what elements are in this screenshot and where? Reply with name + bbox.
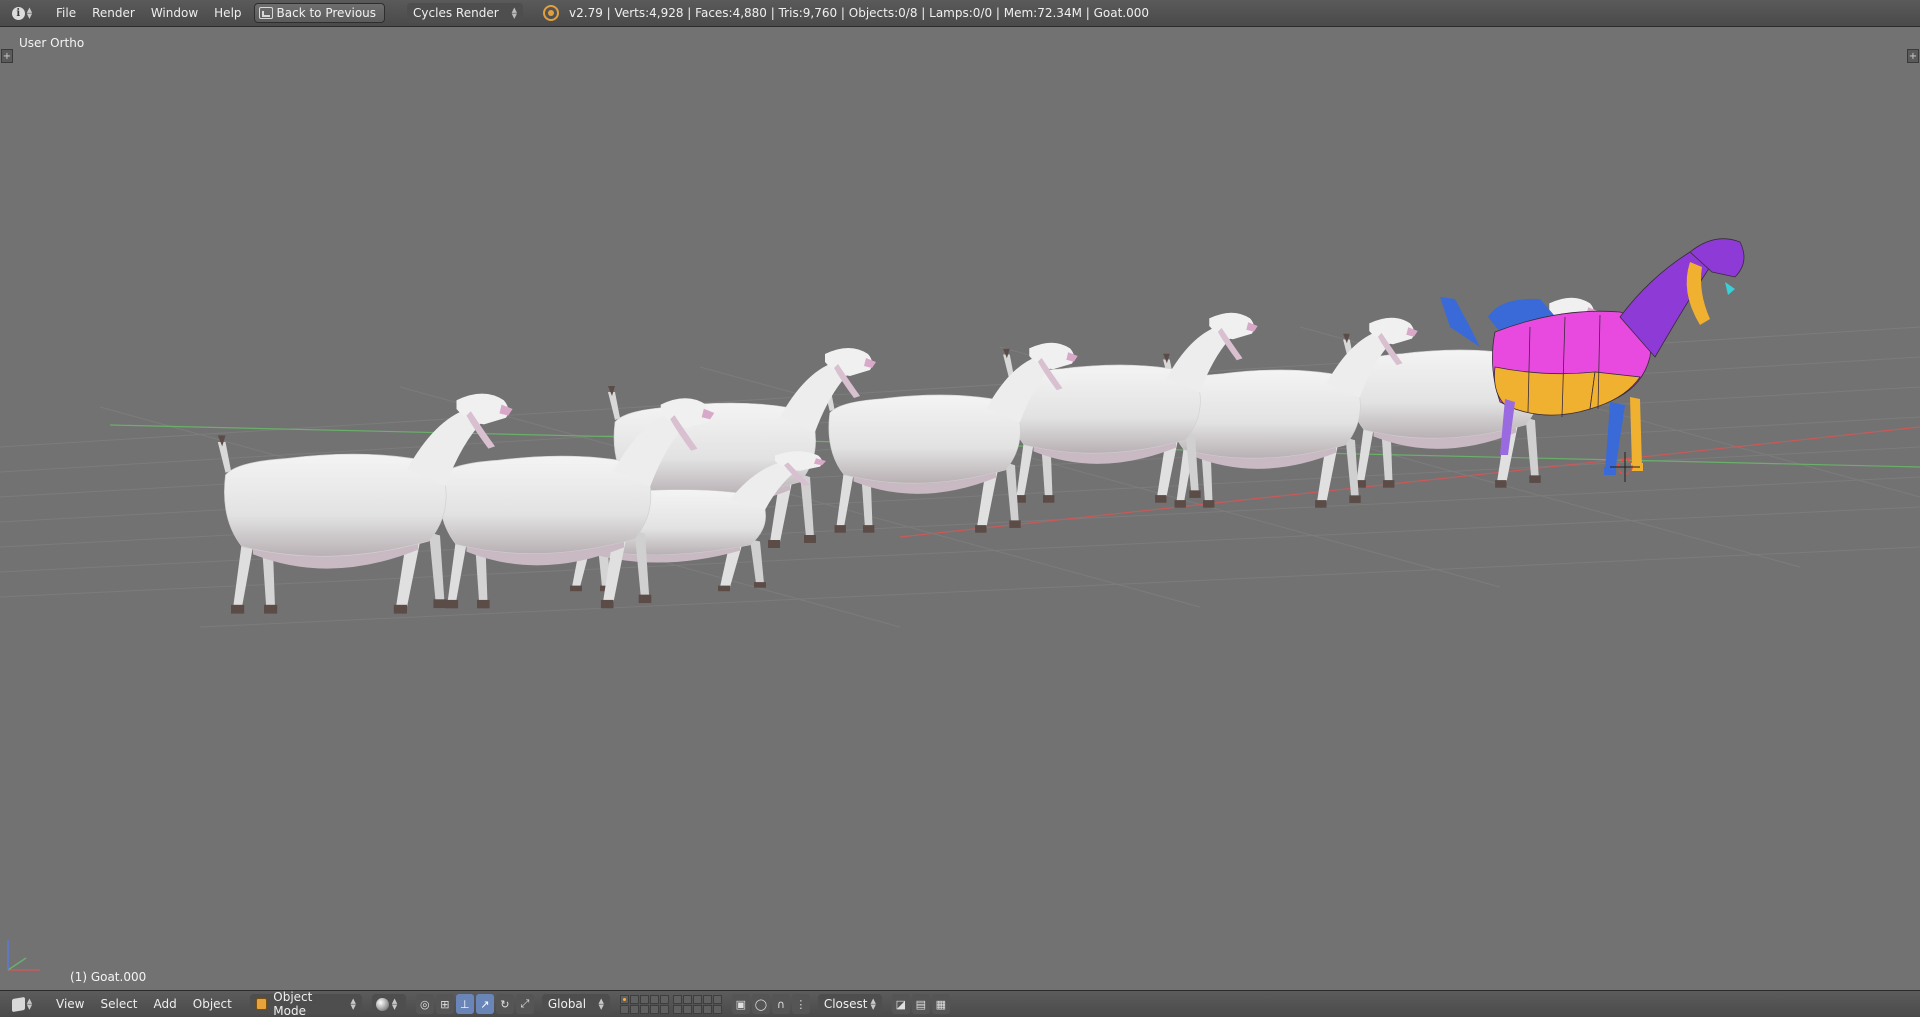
back-to-previous-label: Back to Previous <box>276 6 377 20</box>
pivot-and-manipulator-tools: ◎ ⊞ ⊥ ↗ ↻ ⤢ <box>415 994 534 1014</box>
menu-object[interactable]: Object <box>185 994 240 1014</box>
back-to-previous-button[interactable]: Back to Previous <box>253 3 386 23</box>
menu-add[interactable]: Add <box>146 994 185 1014</box>
interaction-mode-label: Object Mode <box>273 990 313 1017</box>
scene-statistics: v2.79 | Verts:4,928 | Faces:4,880 | Tris… <box>569 6 1150 20</box>
snap-element-icon[interactable]: ⋮ <box>791 994 810 1014</box>
layer-button[interactable] <box>672 1004 682 1014</box>
snap-target-label: Closest <box>823 997 868 1011</box>
snap-magnet-icon[interactable]: ∩ <box>771 994 790 1014</box>
cycles-render-icon <box>543 5 560 21</box>
editor-type-selector[interactable]: ▲ ▼ <box>8 995 36 1013</box>
layer-button[interactable] <box>672 994 682 1004</box>
menu-view[interactable]: View <box>48 994 92 1014</box>
3d-view-icon <box>11 996 25 1012</box>
layer-buttons <box>619 994 722 1014</box>
updown-arrows-icon: ▲ ▼ <box>350 997 356 1011</box>
render-tools: ◪ ▤ ▦ <box>891 994 950 1014</box>
interaction-mode-select[interactable]: Object Mode ▲ ▼ <box>249 990 362 1017</box>
layer-button[interactable] <box>682 1004 692 1014</box>
opengl-render-camera-icon[interactable]: ▤ <box>911 994 930 1014</box>
layer-button[interactable] <box>629 1004 639 1014</box>
scale-manipulator-icon[interactable]: ⤢ <box>515 994 534 1014</box>
layer-button[interactable] <box>619 994 629 1004</box>
properties-panel-toggle[interactable]: + <box>1907 49 1919 63</box>
layer-button[interactable] <box>659 994 669 1004</box>
menu-render[interactable]: Render <box>84 3 143 23</box>
info-icon: i <box>11 6 25 20</box>
layer-button[interactable] <box>649 994 659 1004</box>
layer-button[interactable] <box>702 994 712 1004</box>
proportional-editing-icon[interactable]: ◯ <box>751 994 770 1014</box>
transform-orientation-label: Global <box>547 997 587 1011</box>
snapping-tools: ▣ ◯ ∩ ⋮ <box>731 994 810 1014</box>
layer-button[interactable] <box>712 994 722 1004</box>
layer-button[interactable] <box>639 994 649 1004</box>
solid-shading-ball-icon <box>375 997 389 1011</box>
tool-shelf-toggle[interactable]: + <box>1 49 13 63</box>
updown-arrows-icon: ▲ ▼ <box>26 6 33 20</box>
viewport-scene <box>0 238 1920 628</box>
updown-arrows-icon: ▲ ▼ <box>870 997 876 1011</box>
render-engine-select[interactable]: Cycles Render ▲ ▼ <box>407 3 524 23</box>
view-projection-label: User Ortho <box>19 36 85 50</box>
menu-file[interactable]: File <box>48 3 84 23</box>
layer-button[interactable] <box>619 1004 629 1014</box>
layer-button[interactable] <box>682 994 692 1004</box>
layer-button[interactable] <box>692 1004 702 1014</box>
menu-window[interactable]: Window <box>143 3 206 23</box>
translate-manipulator-icon[interactable]: ↗ <box>475 994 494 1014</box>
layer-button[interactable] <box>629 994 639 1004</box>
updown-arrows-icon: ▲ ▼ <box>511 6 518 20</box>
align-objects-icon[interactable]: ⊞ <box>435 994 454 1014</box>
object-mode-cube-icon <box>255 998 268 1010</box>
layer-button[interactable] <box>692 994 702 1004</box>
layer-button[interactable] <box>659 1004 669 1014</box>
layer-button[interactable] <box>639 1004 649 1014</box>
updown-arrows-icon: ▲ ▼ <box>391 997 398 1011</box>
layer-button[interactable] <box>712 1004 722 1014</box>
render-engine-label: Cycles Render <box>413 6 499 20</box>
rotate-manipulator-icon[interactable]: ↻ <box>495 994 514 1014</box>
view-axis-widget <box>7 940 40 971</box>
updown-arrows-icon: ▲ ▼ <box>26 997 33 1011</box>
layer-button[interactable] <box>702 1004 712 1014</box>
opengl-render-animation-icon[interactable]: ▦ <box>931 994 950 1014</box>
updown-arrows-icon: ▲ ▼ <box>598 997 604 1011</box>
snap-target-select[interactable]: Closest ▲ ▼ <box>817 994 882 1014</box>
layer-button[interactable] <box>649 1004 659 1014</box>
menu-select[interactable]: Select <box>92 994 145 1014</box>
layer-group-left <box>619 994 669 1014</box>
transform-orientation-select[interactable]: Global ▲ ▼ <box>541 994 610 1014</box>
lock-camera-layers-icon[interactable]: ▣ <box>731 994 750 1014</box>
pivot-point-icon[interactable]: ◎ <box>415 994 434 1014</box>
manipulator-toggle-icon[interactable]: ⊥ <box>455 994 474 1014</box>
info-header: i ▲ ▼ File Render Window Help Back to Pre… <box>0 0 1920 27</box>
layer-group-right <box>672 994 722 1014</box>
viewport-shading-select[interactable]: ▲ ▼ <box>371 994 406 1014</box>
3d-view-header: ▲ ▼ View Select Add Object Object Mode ▲ ▼… <box>0 990 1920 1017</box>
opengl-render-image-icon[interactable]: ◪ <box>891 994 910 1014</box>
active-object-label: (1) Goat.000 <box>70 970 147 984</box>
editor-type-selector[interactable]: i ▲ ▼ <box>8 4 36 22</box>
back-screen-icon <box>258 7 273 19</box>
menu-help[interactable]: Help <box>206 3 249 23</box>
3d-viewport[interactable]: User Ortho (1) Goat.000 + + <box>0 27 1920 990</box>
